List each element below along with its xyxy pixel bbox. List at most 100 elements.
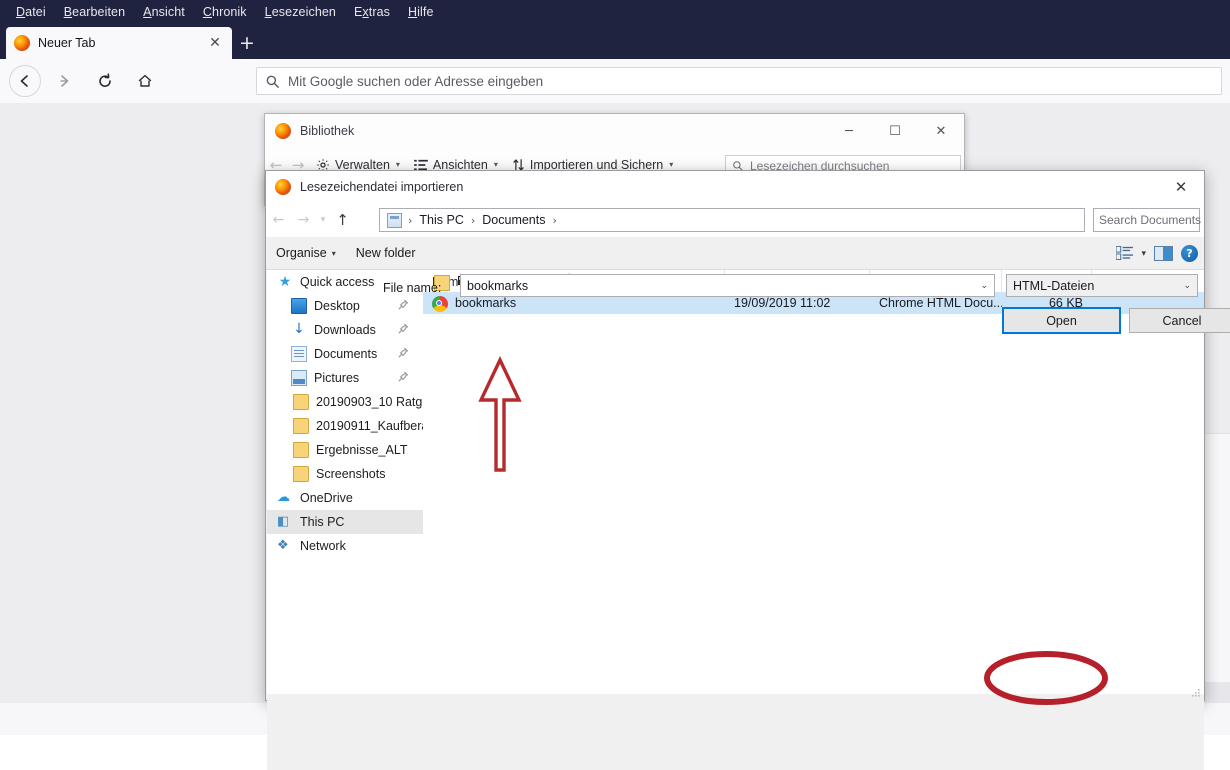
breadcrumb-separator: ›: [408, 213, 413, 227]
nav-pane-item-pictures[interactable]: Pictures: [267, 366, 423, 390]
file-list-pane[interactable]: NameDate modifiedTypeSize▲ Benutzerdefin…: [423, 269, 1204, 694]
pin-icon[interactable]: [398, 299, 409, 313]
browser-tab[interactable]: Neuer Tab ✕: [6, 27, 232, 59]
desktop-icon: [291, 298, 307, 314]
file-name-value: bookmarks: [467, 278, 529, 293]
pc-icon: ◧: [277, 514, 290, 529]
nav-pane-item-label: This PC: [300, 515, 345, 529]
nav-pane-item-label: Network: [300, 539, 346, 553]
change-view-icon[interactable]: [1115, 245, 1134, 261]
nav-pane-item-screenshots[interactable]: Screenshots: [267, 462, 423, 486]
tab-title: Neuer Tab: [38, 36, 96, 50]
chrome-html-icon: [432, 295, 448, 312]
help-icon[interactable]: ?: [1181, 245, 1198, 262]
new-folder-button[interactable]: New folder: [346, 246, 426, 260]
dialog-search-input[interactable]: Search Documents: [1093, 208, 1202, 232]
close-icon[interactable]: ✕: [918, 114, 964, 148]
command-bar-right-group: ▾ ?: [1115, 237, 1198, 270]
nav-pane-item-label: Desktop: [314, 299, 360, 313]
breadcrumb-address-field[interactable]: › This PC › Documents ›: [379, 208, 1085, 232]
file-name-cell: bookmarks: [423, 295, 725, 312]
resize-grip[interactable]: [1191, 688, 1201, 698]
file-type-value: HTML-Dateien: [1013, 278, 1095, 293]
search-icon: [266, 75, 279, 88]
nav-pane-item-this-pc[interactable]: ◧ This PC: [267, 510, 423, 534]
nav-pane-item-desktop[interactable]: Desktop: [267, 294, 423, 318]
dialog-command-bar: Organise ▾ New folder ▾ ?: [266, 237, 1204, 270]
nav-pane-item-network[interactable]: ❖ Network: [267, 534, 423, 558]
organise-button[interactable]: Organise ▾: [266, 246, 346, 260]
forward-icon: [49, 65, 81, 97]
menu-hilfe[interactable]: Hilfe: [400, 3, 442, 21]
cloud-icon: ☁: [277, 490, 290, 505]
computer-icon: [387, 212, 402, 228]
folder-icon: [293, 394, 309, 410]
menu-datei[interactable]: Datei: [8, 3, 54, 21]
firefox-icon: [275, 123, 291, 139]
network-icon: ❖: [277, 538, 289, 553]
open-button[interactable]: Open: [1002, 307, 1121, 334]
home-icon[interactable]: [129, 65, 161, 97]
pin-icon[interactable]: [398, 323, 409, 337]
nav-pane-item-label: Documents: [314, 347, 378, 361]
nav-pane-item-label: Quick access: [300, 275, 375, 289]
nav-pane-item-label: Pictures: [314, 371, 360, 385]
back-icon[interactable]: [9, 65, 41, 97]
file-date-cell: 19/09/2019 11:02: [734, 296, 831, 310]
file-type-cell: Chrome HTML Docu...: [879, 296, 1002, 310]
back-icon: ←: [272, 212, 285, 228]
nav-pane-item-ergebnisse-alt[interactable]: Ergebnisse_ALT: [267, 438, 423, 462]
close-icon[interactable]: ✕: [1158, 171, 1204, 203]
close-icon[interactable]: ✕: [206, 34, 224, 52]
nav-pane-item-label: 20190911_Kaufberatung: [316, 419, 423, 433]
firefox-icon: [275, 179, 291, 195]
browser-tab-strip: Neuer Tab ✕ +: [0, 23, 1230, 59]
breadcrumb-separator: ›: [470, 213, 476, 227]
menu-chronik[interactable]: Chronik: [195, 3, 255, 21]
file-name-label: File name:: [383, 281, 442, 295]
breadcrumb-this-pc[interactable]: This PC: [416, 213, 466, 227]
menu-ansicht[interactable]: Ansicht: [135, 3, 193, 21]
library-title-bar: Bibliothek ─ ☐ ✕: [265, 114, 964, 148]
nav-pane-item-label: Screenshots: [316, 467, 386, 481]
chevron-down-icon: ▾: [395, 160, 400, 169]
nav-pane-item-label: OneDrive: [300, 491, 353, 505]
chevron-down-icon[interactable]: ⌄: [980, 280, 988, 291]
file-name-input[interactable]: bookmarks ⌄: [460, 274, 995, 297]
breadcrumb-documents[interactable]: Documents: [479, 213, 548, 227]
firefox-icon: [14, 35, 30, 51]
url-address-bar[interactable]: Mit Google suchen oder Adresse eingeben: [256, 67, 1222, 95]
preview-pane-icon[interactable]: [1154, 246, 1173, 261]
breadcrumb-separator[interactable]: ›: [549, 214, 561, 227]
dialog-search-placeholder: Search Documents: [1099, 213, 1202, 227]
browser-menu-bar: Datei Bearbeiten Ansicht Chronik Lesezei…: [0, 0, 1230, 23]
up-one-level-icon[interactable]: ↑: [330, 207, 355, 233]
chevron-down-icon[interactable]: ▾: [1141, 248, 1146, 259]
reload-icon[interactable]: [89, 65, 121, 97]
menu-lesezeichen[interactable]: Lesezeichen: [257, 3, 344, 21]
pin-icon[interactable]: [398, 371, 409, 385]
library-title: Bibliothek: [300, 124, 355, 138]
minimize-icon[interactable]: ─: [826, 114, 872, 148]
nav-pane-item-documents[interactable]: Documents: [267, 342, 423, 366]
navigation-pane[interactable]: ★ Quick access Desktop ↓ Downloads Documents P…: [267, 270, 423, 694]
window-controls: ─ ☐ ✕: [826, 114, 964, 148]
menu-extras[interactable]: Extras: [346, 3, 398, 21]
nav-pane-item-downloads[interactable]: ↓ Downloads: [267, 318, 423, 342]
chevron-down-icon: ▾: [493, 160, 498, 169]
chevron-down-icon[interactable]: ⌄: [1183, 280, 1191, 291]
nav-pane-item-onedrive[interactable]: ☁ OneDrive: [267, 486, 423, 510]
url-placeholder: Mit Google suchen oder Adresse eingeben: [288, 73, 544, 89]
file-type-select[interactable]: HTML-Dateien ⌄: [1006, 274, 1198, 297]
nav-pane-item-20190903-10-ratgeber[interactable]: 20190903_10 Ratgeber: [267, 390, 423, 414]
menu-bearbeiten[interactable]: Bearbeiten: [56, 3, 133, 21]
pin-icon[interactable]: [398, 347, 409, 361]
download-icon: ↓: [293, 321, 305, 337]
maximize-icon[interactable]: ☐: [872, 114, 918, 148]
recent-locations-icon[interactable]: ▾: [316, 207, 330, 233]
nav-pane-item-20190911-kaufberatung[interactable]: 20190911_Kaufberatung: [267, 414, 423, 438]
folder-icon: [293, 418, 309, 434]
cancel-button[interactable]: Cancel: [1129, 308, 1230, 333]
new-tab-button[interactable]: +: [236, 33, 258, 55]
folder-icon: [293, 442, 309, 458]
